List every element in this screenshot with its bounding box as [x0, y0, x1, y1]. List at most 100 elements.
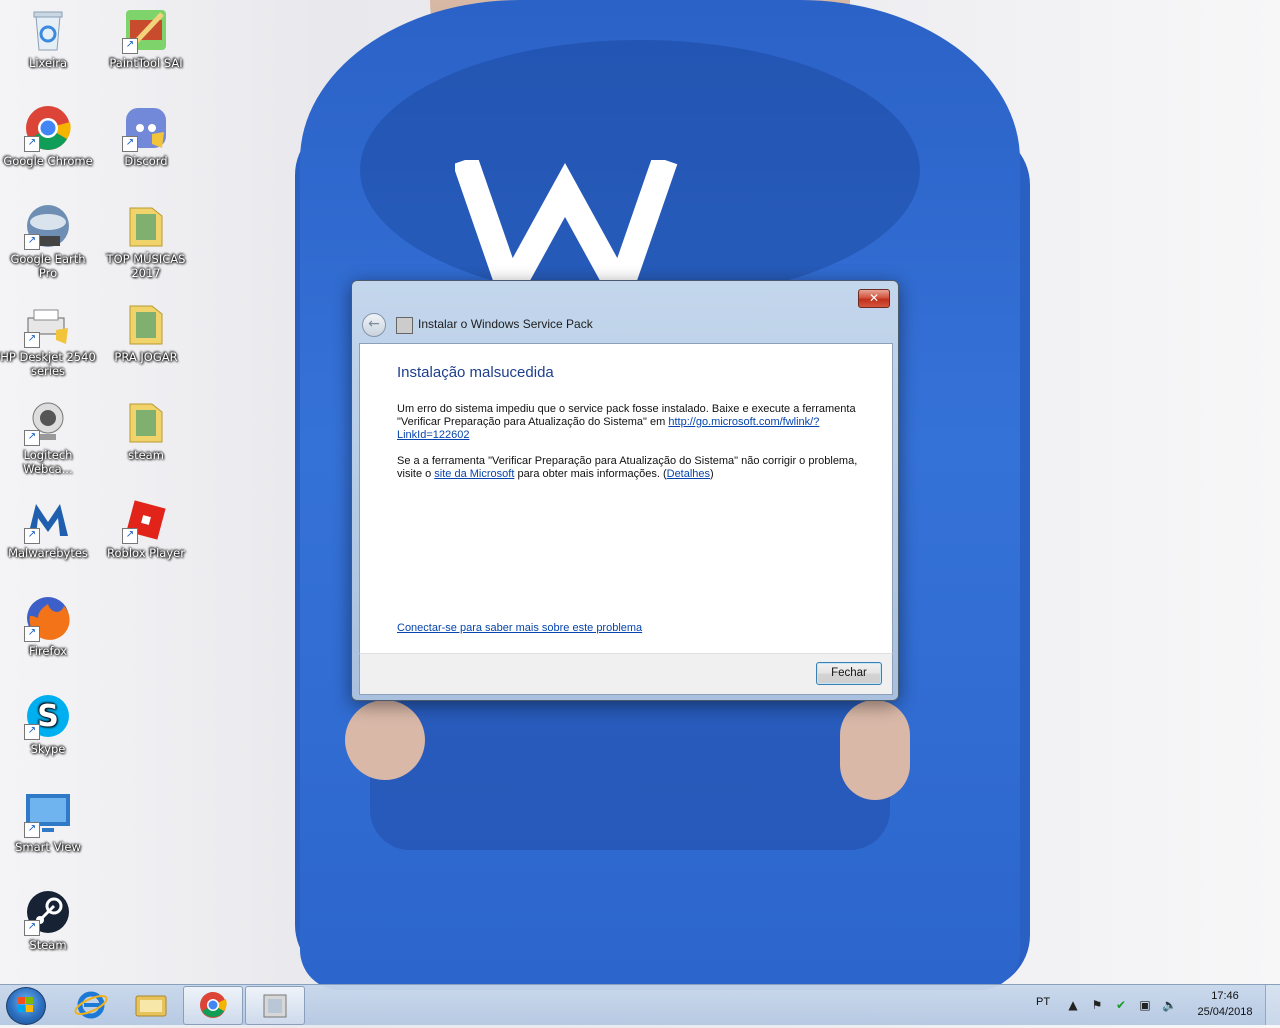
language-indicator[interactable]: PT — [1036, 996, 1050, 1008]
desktop-icon[interactable]: ↗ Firefox — [0, 594, 96, 658]
desktop-icon-label: HP Deskjet 2540 series — [0, 350, 96, 378]
shortcut-arrow-icon: ↗ — [24, 332, 40, 348]
shortcut-arrow-icon: ↗ — [24, 920, 40, 936]
shortcut-arrow-icon: ↗ — [122, 136, 138, 152]
malwarebytes-icon: ↗ — [24, 496, 72, 544]
microsoft-site-link[interactable]: site da Microsoft — [434, 468, 514, 480]
shortcut-arrow-icon: ↗ — [24, 724, 40, 740]
installer-icon — [263, 994, 287, 1018]
desktop-icon[interactable]: ↗ Google Earth Pro — [0, 202, 96, 280]
webcam-icon: ↗ — [24, 398, 72, 446]
desktop-icon[interactable]: ↗ Smart View — [0, 790, 96, 854]
shortcut-arrow-icon: ↗ — [24, 430, 40, 446]
desktop-icon[interactable]: S ↗ Skype — [0, 692, 96, 756]
desktop-icon[interactable]: Lixeira — [0, 6, 96, 70]
shortcut-arrow-icon: ↗ — [24, 234, 40, 250]
network-icon[interactable]: ▣ — [1138, 998, 1152, 1012]
fechar-button[interactable]: Fechar — [816, 662, 882, 685]
desktop-icon[interactable]: ↗ HP Deskjet 2540 series — [0, 300, 96, 378]
desktop-icon[interactable]: ↗ Roblox Player — [98, 496, 194, 560]
action-center-flag-icon[interactable]: ⚑ — [1090, 998, 1104, 1012]
desktop-icon[interactable]: TOP MÚSICAS 2017 — [98, 202, 194, 280]
desktop-icon-label: Roblox Player — [107, 546, 185, 560]
show-hidden-icons-icon[interactable]: ▲ — [1066, 998, 1080, 1012]
desktop-icon-label: Discord — [124, 154, 168, 168]
dialog-content: Instalação malsucedida Um erro do sistem… — [359, 343, 893, 654]
desktop-icon-label: Google Earth Pro — [10, 252, 86, 280]
desktop-icon[interactable]: ↗ Steam — [0, 888, 96, 952]
desktop-icon-label: Google Chrome — [3, 154, 93, 168]
wallpaper-hand-right — [840, 700, 910, 800]
taskbar-chrome[interactable] — [183, 986, 243, 1025]
windows-logo-icon — [18, 997, 33, 1012]
shortcut-arrow-icon: ↗ — [24, 136, 40, 152]
svg-text:S: S — [37, 699, 59, 734]
error-message: Um erro do sistema impediu que o service… — [397, 403, 875, 442]
recycle-bin-icon — [24, 6, 72, 54]
volume-icon[interactable]: 🔈 — [1162, 998, 1177, 1012]
dialog-title: Instalar o Windows Service Pack — [418, 317, 593, 331]
shortcut-arrow-icon: ↗ — [122, 38, 138, 54]
desktop-icon-label: Logitech Webca... — [23, 448, 73, 476]
discord-icon: ↗ — [122, 104, 170, 152]
internet-explorer-icon — [74, 991, 108, 1019]
taskbar-explorer[interactable] — [122, 986, 180, 1023]
help-message-text-c: ) — [710, 468, 714, 480]
start-button[interactable] — [6, 987, 46, 1025]
sync-check-icon[interactable]: ✔ — [1114, 998, 1128, 1012]
desktop-icon-label: Smart View — [15, 840, 81, 854]
shortcut-arrow-icon: ↗ — [122, 528, 138, 544]
desktop-icon-label: Firefox — [28, 644, 68, 658]
close-button[interactable]: ✕ — [858, 289, 890, 308]
printer-icon: ↗ — [24, 300, 72, 348]
clock-date[interactable]: 25/04/2018 — [1192, 1006, 1258, 1018]
help-message-text-b: para obter mais informações. ( — [514, 468, 667, 480]
taskbar-internet-explorer[interactable] — [62, 986, 120, 1023]
help-message: Se a a ferramenta "Verificar Preparação … — [397, 455, 875, 481]
back-arrow-icon: ← — [368, 316, 380, 332]
desktop-icon-label: Steam — [29, 938, 67, 952]
smart-view-icon: ↗ — [24, 790, 72, 838]
steam-icon: ↗ — [24, 888, 72, 936]
back-button[interactable]: ← — [362, 313, 386, 337]
desktop-icon-label: Lixeira — [28, 56, 68, 70]
desktop-icon[interactable]: ↗ Malwarebytes — [0, 496, 96, 560]
firefox-icon: ↗ — [24, 594, 72, 642]
dialog-footer: Fechar — [359, 653, 893, 695]
desktop-icon[interactable]: ↗ PaintTool SAI — [98, 6, 194, 70]
chrome-icon: ↗ — [24, 104, 72, 152]
skype-icon: S ↗ — [24, 692, 72, 740]
desktop-icon[interactable]: steam — [98, 398, 194, 462]
folder-icon — [122, 202, 170, 250]
shortcut-arrow-icon: ↗ — [24, 528, 40, 544]
desktop-icon[interactable]: ↗ Google Chrome — [0, 104, 96, 168]
desktop-icon-label: PaintTool SAI — [109, 56, 183, 70]
google-earth-icon: ↗ — [24, 202, 72, 250]
roblox-icon: ↗ — [122, 496, 170, 544]
details-link[interactable]: Detalhes — [667, 468, 710, 480]
wallpaper-w-logo — [455, 160, 678, 290]
desktop-icon-label: Malwarebytes — [8, 546, 88, 560]
desktop-icon-label: PRA JOGAR — [114, 350, 178, 364]
chrome-icon — [200, 992, 227, 1018]
painttool-sai-icon: ↗ — [122, 6, 170, 54]
dialog-heading: Instalação malsucedida — [397, 364, 554, 381]
service-pack-dialog: ✕ ← Instalar o Windows Service Pack Inst… — [351, 280, 899, 701]
wallpaper-hand-left — [345, 700, 425, 780]
desktop-icon-label: steam — [128, 448, 164, 462]
show-desktop-button[interactable] — [1265, 985, 1280, 1025]
desktop-icon-label: TOP MÚSICAS 2017 — [106, 252, 186, 280]
desktop-icon[interactable]: ↗ Logitech Webca... — [0, 398, 96, 476]
file-explorer-icon — [135, 995, 167, 1017]
learn-more-link[interactable]: Conectar-se para saber mais sobre este p… — [397, 622, 642, 634]
desktop-icon[interactable]: PRA JOGAR — [98, 300, 194, 364]
installer-icon — [396, 317, 413, 334]
desktop-icon[interactable]: ↗ Discord — [98, 104, 194, 168]
folder-icon — [122, 398, 170, 446]
taskbar-installer[interactable] — [245, 986, 305, 1025]
clock-time[interactable]: 17:46 — [1192, 990, 1258, 1002]
desktop-icon-label: Skype — [30, 742, 66, 756]
shortcut-arrow-icon: ↗ — [24, 626, 40, 642]
taskbar: PT ▲ ⚑ ✔ ▣ 🔈 17:46 25/04/2018 — [0, 984, 1280, 1025]
shortcut-arrow-icon: ↗ — [24, 822, 40, 838]
